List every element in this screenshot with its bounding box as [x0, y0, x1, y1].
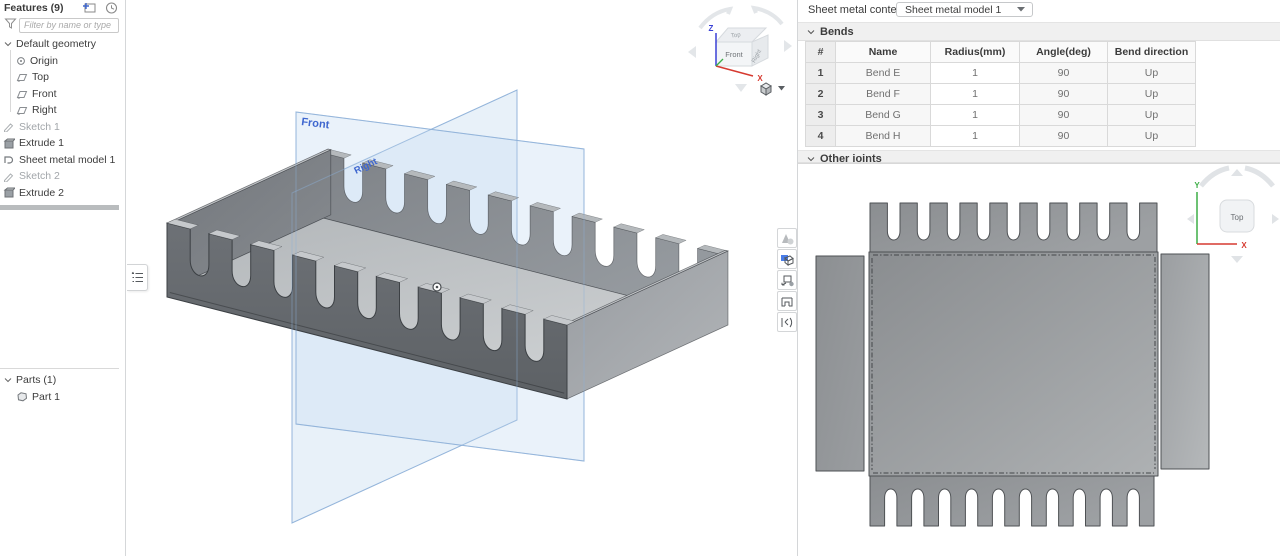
other-joints-section-header[interactable]: Other joints	[798, 150, 1280, 163]
sheet-metal-tool-column	[777, 228, 797, 333]
flat-view-cube[interactable]: Top Y X	[1187, 165, 1279, 263]
shaded-views-button-disabled[interactable]	[777, 228, 797, 248]
parts-section: Parts (1) Part 1	[0, 368, 119, 405]
z-axis-label: Z	[709, 24, 714, 33]
features-panel-header: Features (9)	[0, 0, 125, 16]
chevron-down-icon	[4, 378, 12, 383]
flat-view-cube-top-label: Top	[1231, 213, 1244, 222]
onshape-app: Features (9) Default geometry Origin	[0, 0, 1280, 556]
chevron-down-icon	[1017, 7, 1025, 12]
tree-item-origin[interactable]: Origin	[0, 53, 125, 70]
features-panel: Features (9) Default geometry Origin	[0, 0, 126, 556]
tree-item-right-plane[interactable]: Right	[0, 102, 125, 119]
sheet-metal-context-select[interactable]: Sheet metal model 1	[896, 2, 1033, 17]
3d-viewport[interactable]: Front Right Top Front Right Z X	[127, 0, 797, 556]
unfold-arrow-icon	[781, 275, 794, 286]
shaded-cube-icon	[759, 82, 772, 96]
sheet-metal-context-label: Sheet metal context:	[808, 4, 909, 16]
sheet-metal-panel: Sheet metal context: Sheet metal model 1…	[797, 0, 1280, 163]
filter-icon	[4, 17, 17, 33]
feature-item-sketch1[interactable]: Sketch 1	[0, 119, 125, 136]
y-axis-label: Y	[1194, 181, 1200, 190]
tree-item-front-plane[interactable]: Front	[0, 86, 125, 103]
bend-arc-icon	[781, 317, 793, 327]
tree-item-top-plane[interactable]: Top	[0, 69, 125, 86]
chevron-down-icon	[777, 86, 785, 91]
x-axis	[715, 65, 754, 77]
folded-model-icon	[781, 254, 794, 266]
folded-view-button[interactable]	[777, 249, 797, 269]
plane-icon	[16, 74, 28, 83]
part-item-part1[interactable]: Part 1	[0, 389, 119, 406]
rollback-bar[interactable]	[0, 205, 119, 210]
history-icon[interactable]	[105, 2, 119, 14]
sketch-icon	[4, 173, 14, 182]
sketch-icon	[4, 123, 14, 133]
view-cube-front-label: Front	[725, 50, 743, 59]
table-row[interactable]: 2 Bend F 1 90 Up	[805, 83, 1196, 105]
table-row[interactable]: 1 Bend E 1 90 Up	[805, 62, 1196, 84]
bend-view-button[interactable]	[777, 312, 797, 332]
chevron-down-icon	[807, 29, 815, 34]
table-row[interactable]: 4 Bend H 1 90 Up	[805, 125, 1196, 147]
table-row[interactable]: 3 Bend G 1 90 Up	[805, 104, 1196, 126]
feature-item-sheet-metal-model1[interactable]: Sheet metal model 1	[0, 152, 125, 169]
part-icon	[17, 392, 28, 402]
bends-section-header[interactable]: Bends	[798, 22, 1280, 41]
default-geometry-node[interactable]: Default geometry	[0, 36, 125, 53]
features-panel-title: Features (9)	[4, 2, 64, 14]
feature-item-extrude2[interactable]: Extrude 2	[0, 185, 125, 202]
origin-marker[interactable]	[432, 282, 442, 292]
sheet-metal-icon	[4, 156, 14, 164]
chevron-down-icon	[807, 157, 815, 162]
extrude-icon	[3, 138, 15, 149]
flat-preview-button[interactable]	[777, 270, 797, 290]
plane-icon	[16, 107, 28, 116]
bends-table-header-row: # Name Radius(mm) Angle(deg) Bend direct…	[805, 41, 1196, 63]
cone-sphere-icon	[782, 233, 794, 244]
flat-pattern[interactable]	[815, 202, 1210, 527]
tree-guide-line	[10, 50, 11, 112]
feature-filter-input[interactable]	[19, 17, 119, 33]
plane-icon	[16, 90, 28, 99]
flat-pattern-viewport[interactable]: Top Y X	[799, 165, 1280, 556]
flat-pattern-button[interactable]	[777, 291, 797, 311]
feature-item-sketch2[interactable]: Sketch 2	[0, 168, 125, 185]
x-axis-label: X	[1241, 241, 1247, 250]
part-3d[interactable]	[165, 148, 730, 400]
add-folder-icon[interactable]	[82, 2, 96, 14]
display-mode-button[interactable]	[750, 79, 792, 98]
feature-item-extrude1[interactable]: Extrude 1	[0, 135, 125, 152]
chevron-down-icon	[4, 42, 12, 47]
origin-icon	[17, 56, 25, 65]
flat-pattern-panel: Top Y X	[797, 163, 1280, 556]
parts-header[interactable]: Parts (1)	[0, 372, 119, 389]
bends-table: # Name Radius(mm) Angle(deg) Bend direct…	[805, 41, 1196, 147]
extrude-icon	[3, 187, 15, 198]
flat-pattern-icon	[781, 297, 793, 306]
